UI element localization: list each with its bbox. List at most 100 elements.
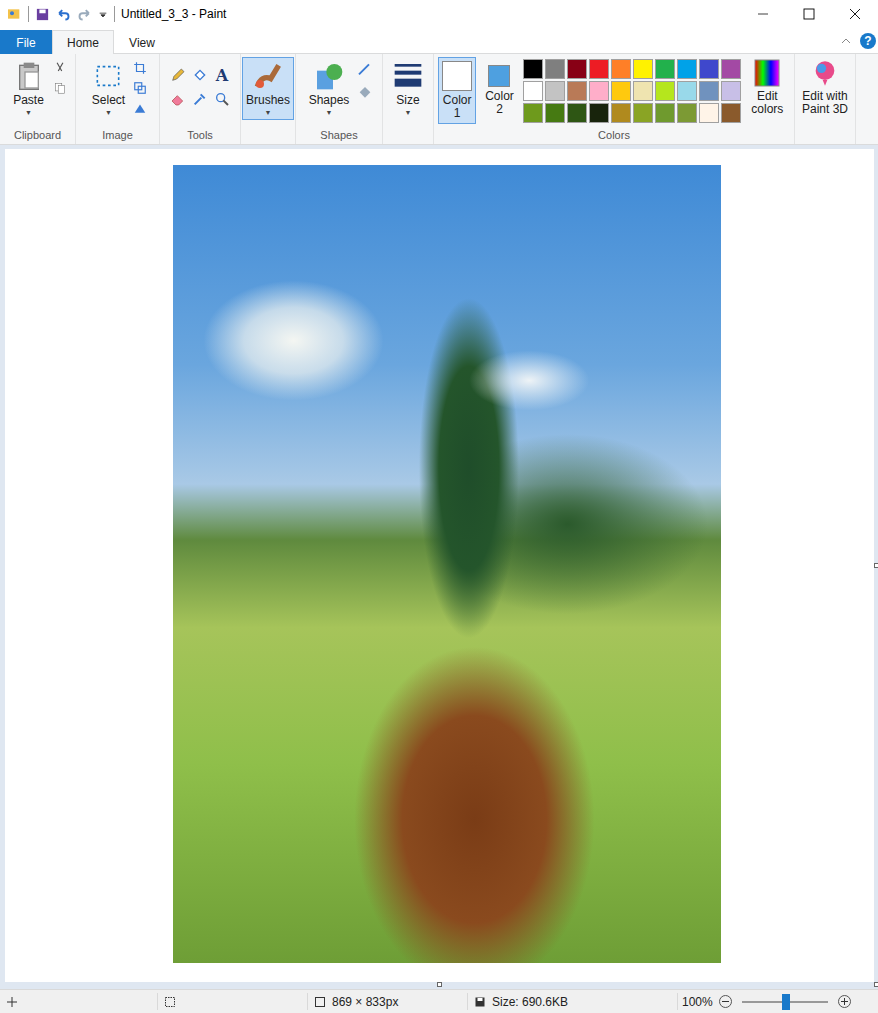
palette-swatch[interactable]	[523, 81, 543, 101]
undo-icon	[56, 7, 71, 22]
cursor-position-icon	[6, 996, 18, 1008]
palette-swatch[interactable]	[655, 81, 675, 101]
palette-swatch[interactable]	[589, 103, 609, 123]
color-slot[interactable]: Color 1	[438, 57, 476, 124]
brush-icon	[252, 60, 284, 92]
palette-swatch[interactable]	[633, 59, 653, 79]
zoom-level: 100%	[682, 995, 713, 1009]
canvas-area	[0, 145, 878, 989]
select-button[interactable]: Select▼	[88, 57, 129, 120]
palette-swatch[interactable]	[655, 103, 675, 123]
palette-swatch[interactable]	[721, 103, 741, 123]
window-title: Untitled_3_3 - Paint	[115, 7, 740, 21]
palette-swatch[interactable]	[545, 59, 565, 79]
palette-swatch[interactable]	[721, 81, 741, 101]
color-slot-swatch	[488, 65, 510, 87]
palette-swatch[interactable]	[677, 81, 697, 101]
size-button[interactable]: Size▼	[388, 57, 428, 120]
ribbon-tab[interactable]: Home	[52, 30, 114, 54]
palette-swatch[interactable]	[611, 59, 631, 79]
text-tool[interactable]: A	[216, 66, 228, 85]
palette-swatch[interactable]	[633, 103, 653, 123]
image-dimensions: 869 × 833px	[308, 993, 468, 1010]
copy-icon	[53, 81, 67, 95]
brushes-group: Brushes▼	[241, 54, 296, 144]
color-slot[interactable]: Color 2	[480, 57, 518, 120]
cut-icon	[53, 61, 67, 75]
palette-swatch[interactable]	[721, 59, 741, 79]
pencil-icon	[170, 67, 186, 83]
ribbon: Paste▼ClipboardSelect▼ImageAToolsBrushes…	[0, 53, 878, 145]
paint-app-icon	[6, 6, 22, 22]
colors-group: Color 1Color 2Edit colorsColors	[434, 54, 795, 144]
help-button[interactable]: ?	[860, 33, 876, 49]
palette-swatch[interactable]	[699, 81, 719, 101]
palette-swatch[interactable]	[545, 81, 565, 101]
palette-swatch[interactable]	[677, 103, 697, 123]
palette-swatch[interactable]	[699, 59, 719, 79]
zoom-slider-thumb[interactable]	[782, 994, 790, 1010]
rotate-icon	[133, 101, 147, 115]
close-button[interactable]	[832, 0, 878, 28]
minimize-button[interactable]	[740, 0, 786, 28]
palette-swatch[interactable]	[523, 103, 543, 123]
ribbon-tabs: FileHomeView?	[0, 28, 878, 53]
help-area: ?	[840, 29, 878, 53]
zoom-in-button[interactable]	[838, 995, 851, 1008]
palette-swatch[interactable]	[567, 103, 587, 123]
shapes-button[interactable]: Shapes▼	[305, 57, 354, 120]
palette-swatch[interactable]	[589, 59, 609, 79]
outline-icon	[357, 61, 373, 77]
palette-swatch[interactable]	[677, 59, 697, 79]
maximize-button[interactable]	[786, 0, 832, 28]
resize-icon	[133, 81, 147, 95]
palette-swatch[interactable]	[567, 81, 587, 101]
palette-swatch[interactable]	[655, 59, 675, 79]
palette-swatch[interactable]	[611, 103, 631, 123]
resize-handle[interactable]	[437, 982, 442, 987]
fill-icon	[192, 67, 208, 83]
palette-swatch[interactable]	[699, 103, 719, 123]
magnifier-icon	[214, 91, 230, 107]
edit-colors-button[interactable]: Edit colors	[745, 57, 790, 116]
brushes-button[interactable]: Brushes▼	[242, 57, 294, 120]
clipboard-group: Paste▼Clipboard	[0, 54, 76, 144]
shapes-icon	[313, 60, 345, 92]
resize-handle[interactable]	[874, 982, 878, 987]
zoom-out-button[interactable]	[719, 995, 732, 1008]
close-icon	[849, 8, 861, 20]
palette-swatch[interactable]	[523, 59, 543, 79]
palette-swatch[interactable]	[567, 59, 587, 79]
palette-swatch[interactable]	[545, 103, 565, 123]
edit-with-paint3d-button[interactable]: Edit with Paint 3D	[800, 57, 850, 116]
paste-button[interactable]: Paste▼	[9, 57, 49, 120]
status-bar: 869 × 833pxSize: 690.6KB 100%	[0, 989, 878, 1013]
image-group: Select▼Image	[76, 54, 160, 144]
color-spectrum-icon	[754, 59, 780, 87]
ribbon-tab[interactable]: View	[114, 30, 170, 54]
paint3d-icon	[811, 59, 839, 87]
palette-swatch[interactable]	[611, 81, 631, 101]
size-group: Size▼	[383, 54, 434, 144]
file-size: Size: 690.6KB	[468, 993, 678, 1010]
title-bar: Untitled_3_3 - Paint	[0, 0, 878, 28]
image-size-icon	[314, 996, 326, 1008]
minimize-icon	[757, 8, 769, 20]
line-size-icon	[392, 60, 424, 92]
resize-handle[interactable]	[874, 563, 878, 568]
canvas[interactable]	[5, 149, 874, 982]
collapse-ribbon-icon	[840, 35, 852, 47]
quick-access-toolbar	[0, 6, 115, 22]
selection-size-icon	[164, 996, 176, 1008]
zoom-slider[interactable]	[742, 1001, 828, 1003]
palette-swatch[interactable]	[633, 81, 653, 101]
palette-swatch[interactable]	[589, 81, 609, 101]
cursor-position	[0, 993, 158, 1010]
file-tab[interactable]: File	[0, 30, 52, 54]
painting	[173, 165, 721, 963]
tools-group: ATools	[160, 54, 241, 144]
paint-window: Untitled_3_3 - PaintFileHomeView?Paste▼C…	[0, 0, 878, 1013]
save-icon	[35, 7, 50, 22]
separator	[28, 6, 29, 22]
customize-icon	[98, 9, 108, 19]
